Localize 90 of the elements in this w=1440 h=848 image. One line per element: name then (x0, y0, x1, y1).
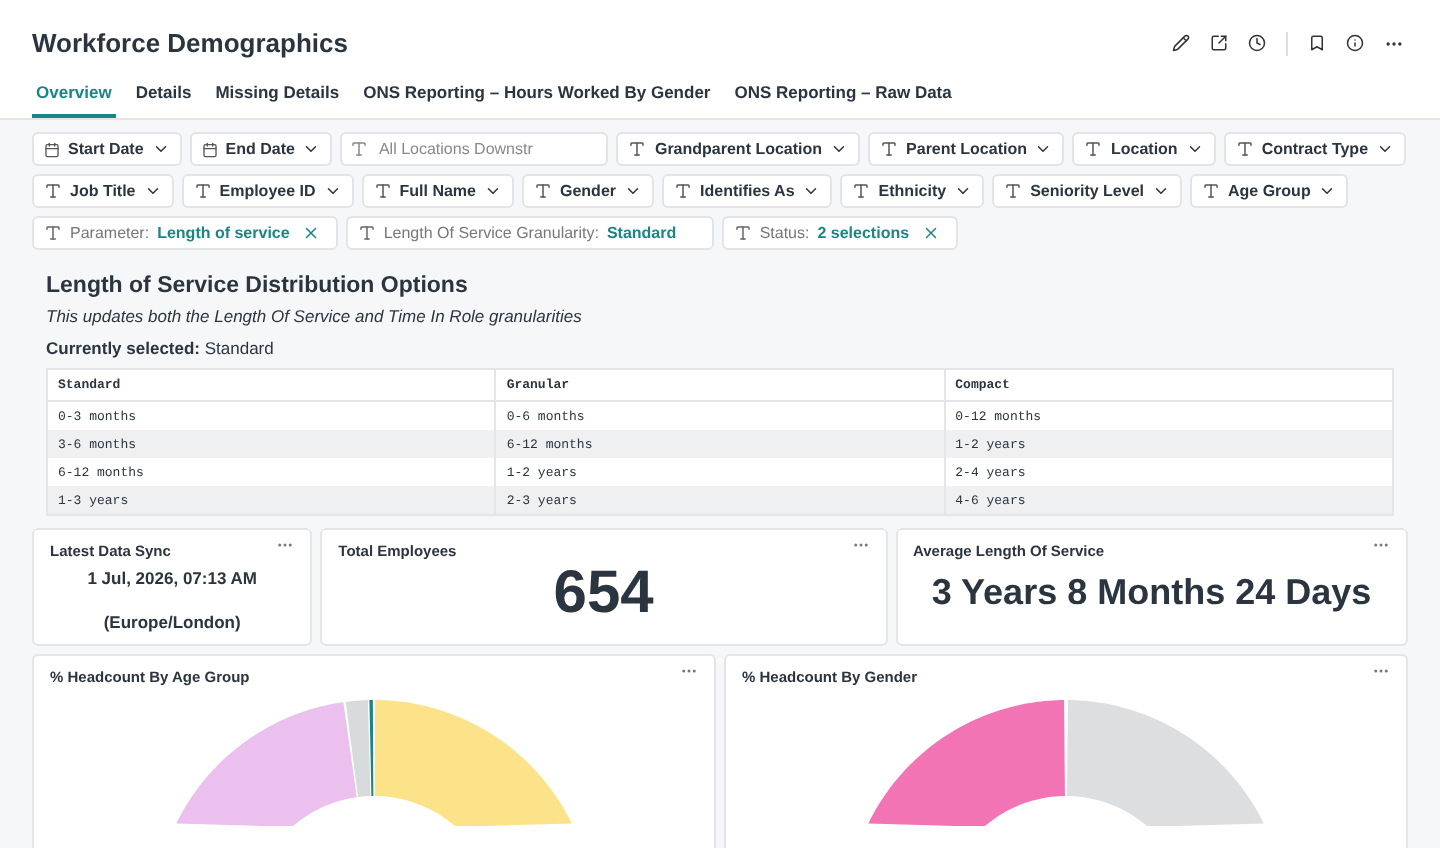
chevron-down-icon (484, 182, 502, 200)
filter-dropdown[interactable]: Location (1072, 132, 1216, 166)
text-icon (628, 140, 647, 158)
location-filter-field[interactable]: All Locations Downstr (340, 132, 609, 166)
filter-dropdown[interactable]: Employee ID (181, 174, 354, 208)
tab[interactable]: Overview (32, 74, 116, 118)
text-icon (373, 182, 392, 200)
filter-value: Length of service (157, 224, 290, 242)
text-icon (674, 182, 693, 200)
filter-dropdown[interactable]: Contract Type (1223, 132, 1407, 166)
calendar-icon (201, 141, 218, 157)
sync-time: (Europe/London) (101, 612, 243, 632)
filter-label: Age Group (1228, 182, 1311, 200)
tab[interactable]: ONS Reporting – Raw Data (730, 74, 956, 118)
info-icon[interactable] (1346, 34, 1364, 52)
text-icon (357, 224, 376, 242)
clear-icon[interactable] (921, 224, 940, 242)
filter-dropdown[interactable]: Grandparent Location (616, 132, 861, 166)
filter-dropdown[interactable]: Gender (522, 174, 655, 208)
tab[interactable]: Details (131, 74, 196, 118)
chevron-down-icon (830, 140, 849, 158)
filter-dropdown[interactable]: Seniority Level (992, 174, 1182, 208)
filter-label: Parameter: (70, 224, 150, 242)
chevron-down-icon (1034, 140, 1053, 158)
filter-dropdown[interactable]: Parent Location (868, 132, 1065, 166)
parameter-filter[interactable]: Parameter: Length of service (32, 216, 338, 250)
filter-dropdown[interactable]: Ethnicity (840, 174, 985, 208)
dashboard-title: Workforce Demographics (32, 28, 348, 58)
filter-label: Job Title (70, 182, 136, 200)
filter-label: Location (1110, 140, 1178, 158)
clear-icon[interactable] (301, 224, 320, 242)
filter-label: Contract Type (1261, 140, 1369, 158)
chevron-down-icon (1185, 140, 1204, 158)
filter-dropdown[interactable]: Job Title (32, 174, 174, 208)
chevron-down-icon (1152, 182, 1170, 200)
filter-label: Grandparent Location (654, 140, 823, 158)
text-icon (852, 182, 871, 200)
filter-label: Ethnicity (878, 182, 947, 200)
chevron-down-icon (954, 182, 973, 200)
chevron-down-icon (302, 140, 321, 158)
kpi-value: 654 (551, 560, 656, 626)
filter-dropdown[interactable]: Full Name (361, 174, 514, 208)
filter-label: Length Of Service Granularity: (383, 224, 599, 242)
filter-label: Full Name (399, 182, 476, 200)
parameter-filter[interactable]: Status: 2 selections (721, 216, 958, 250)
text-icon (1235, 140, 1254, 158)
clock-icon[interactable] (1248, 34, 1266, 52)
text-icon (1004, 182, 1023, 200)
filter-label: Identifies As (700, 182, 795, 200)
text-icon (350, 140, 369, 158)
edit-icon[interactable] (1172, 34, 1190, 52)
text-icon (44, 182, 62, 200)
filter-label: End Date (225, 140, 295, 158)
bookmark-icon[interactable] (1308, 34, 1326, 52)
text-icon (44, 224, 62, 242)
share-icon[interactable] (1210, 34, 1228, 52)
filter-value: 2 selections (817, 224, 910, 242)
chevron-down-icon (1376, 140, 1395, 158)
parameter-filter[interactable]: Length Of Service Granularity: Standard (345, 216, 714, 250)
filter-value: Standard (606, 224, 677, 242)
tab[interactable]: Missing Details (211, 74, 344, 118)
section-heading: Length of Service Distribution Options (46, 274, 470, 298)
chevron-down-icon (143, 182, 162, 200)
kpi-value: 3 Years 8 Months 24 Days (929, 572, 1374, 614)
filter-dropdown[interactable]: Start Date (32, 132, 182, 166)
chevron-down-icon (323, 182, 342, 200)
filter-label: Parent Location (906, 140, 1027, 158)
text-icon (1084, 140, 1103, 158)
text-icon (880, 140, 899, 158)
filter-dropdown[interactable]: Identifies As (662, 174, 833, 208)
current-selection: Currently selected: Standard (46, 338, 276, 358)
filter-label: Gender (560, 182, 617, 200)
chevron-down-icon (802, 182, 821, 200)
filter-label: Status: (759, 224, 810, 242)
filter-dropdown[interactable]: Age Group (1190, 174, 1349, 208)
filter-label: Start Date (68, 140, 144, 158)
sync-time: 1 Jul, 2026, 07:13 AM (85, 568, 259, 588)
filter-label: Seniority Level (1030, 182, 1144, 200)
filter-label: Employee ID (219, 182, 316, 200)
text-icon (733, 224, 752, 242)
text-icon (193, 182, 212, 200)
text-icon (534, 182, 552, 200)
chevron-down-icon (624, 182, 643, 200)
chevron-down-icon (151, 140, 170, 158)
section-subtitle: This updates both the Length Of Service and Time In Role granularities (46, 306, 584, 326)
filter-dropdown[interactable]: End Date (189, 132, 333, 166)
text-icon (1202, 182, 1220, 200)
chevron-down-icon (1318, 182, 1337, 200)
tab[interactable]: ONS Reporting – Hours Worked By Gender (359, 74, 715, 118)
calendar-icon (44, 141, 60, 157)
